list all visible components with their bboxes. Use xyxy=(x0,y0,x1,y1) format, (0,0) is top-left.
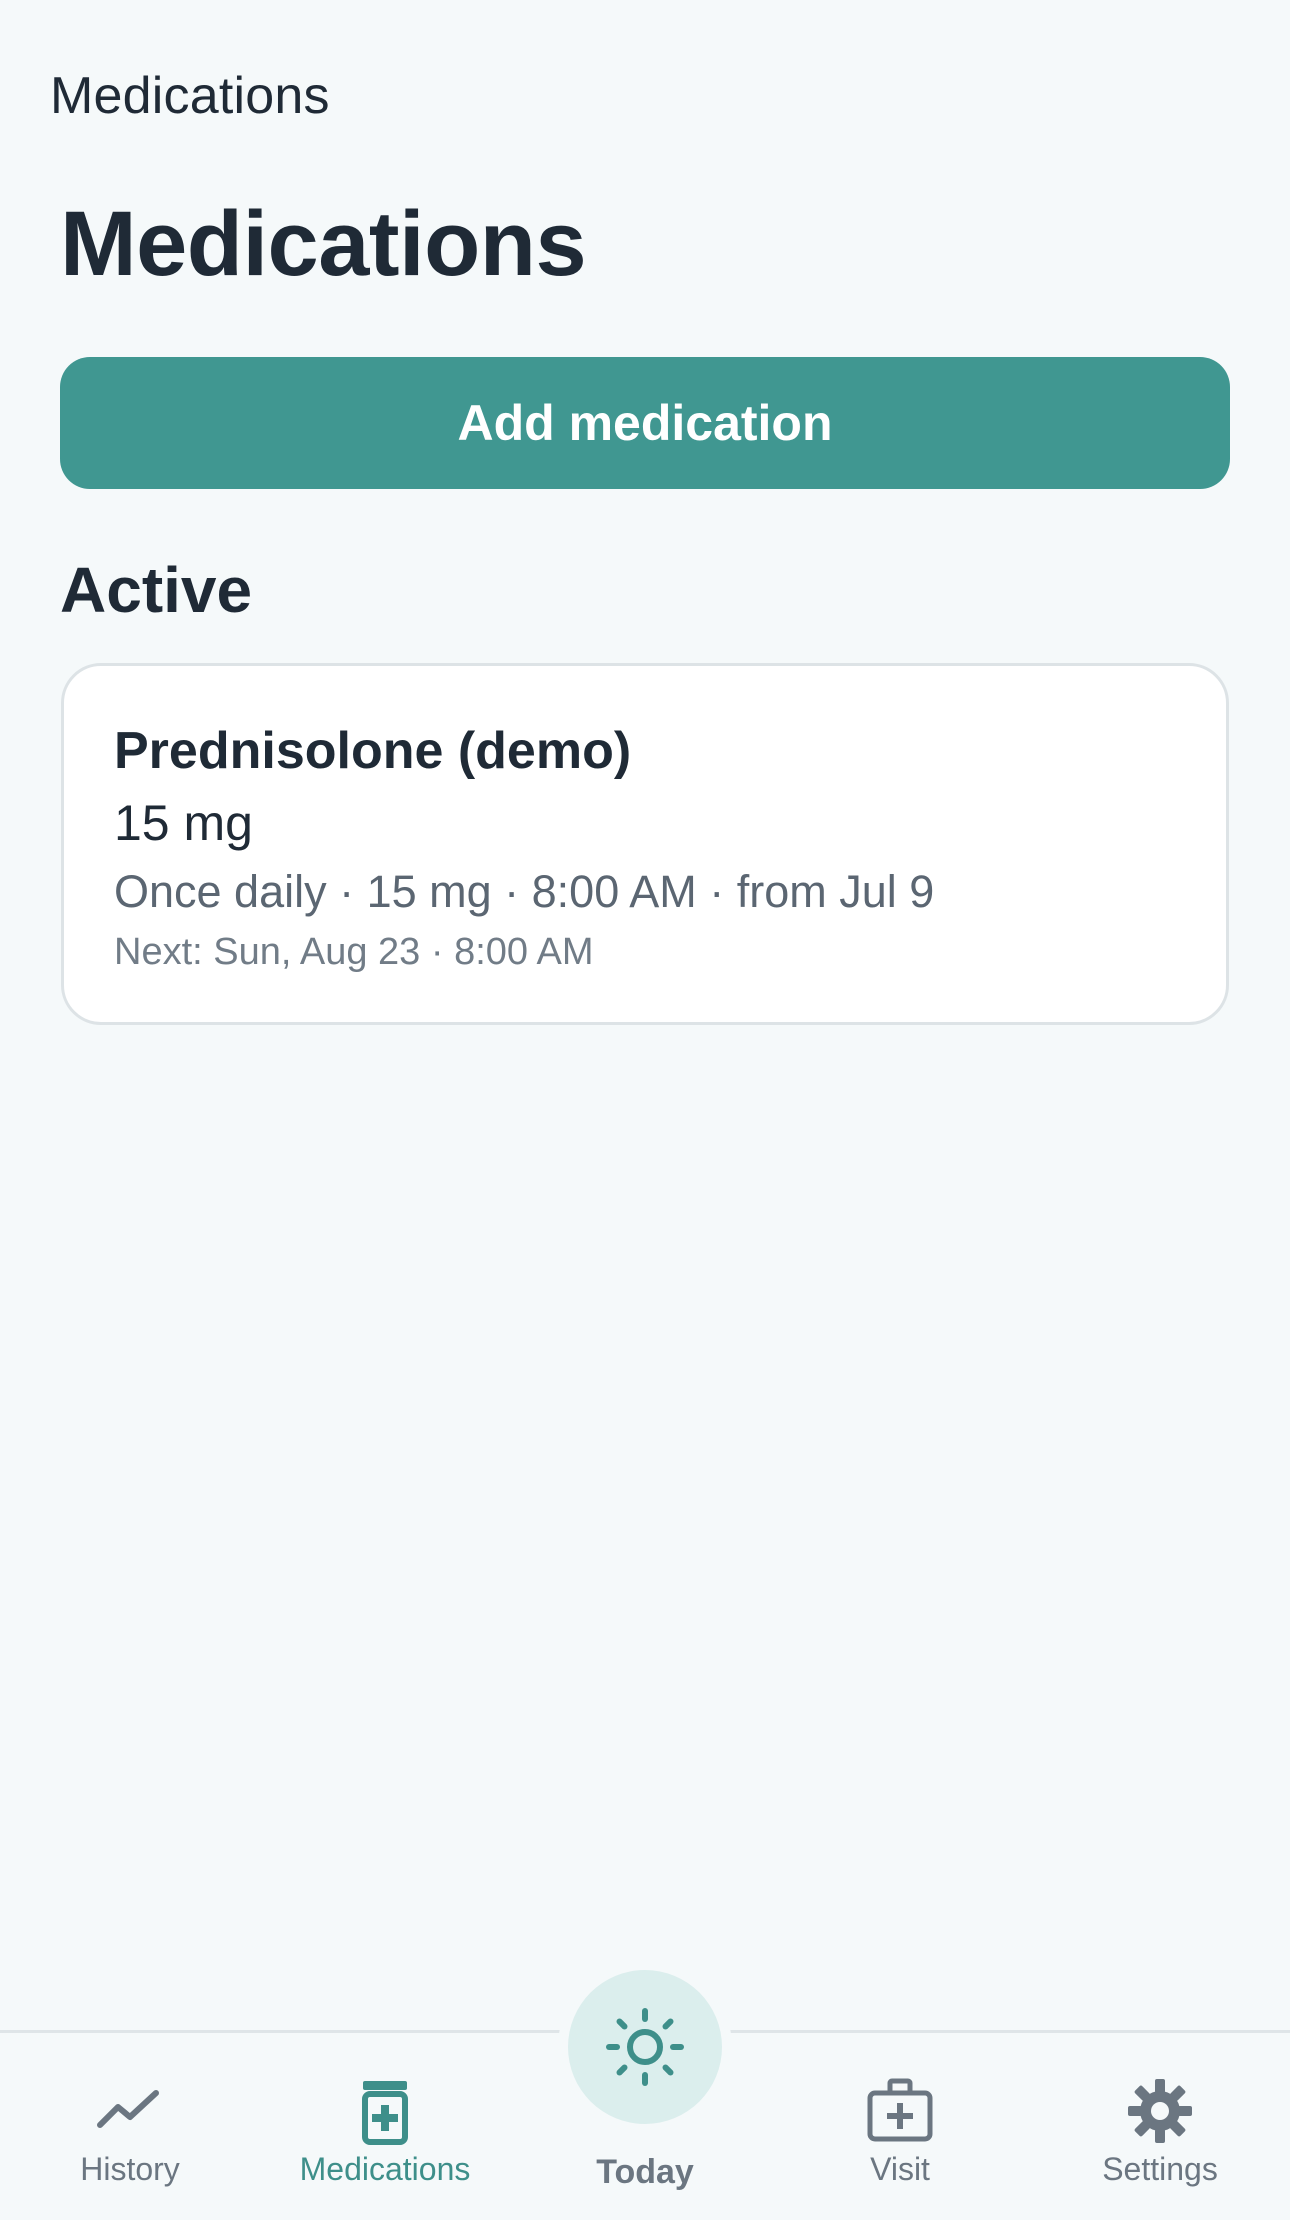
tab-settings-label: Settings xyxy=(1102,2151,1218,2187)
medication-schedule: Once daily · 15 mg · 8:00 AM · from Jul … xyxy=(114,866,935,917)
page-title: Medications xyxy=(60,193,587,295)
nav-title: Medications xyxy=(50,67,330,125)
medical-kit-icon xyxy=(867,2078,933,2142)
tab-history-label: History xyxy=(80,2151,180,2187)
tab-visit[interactable]: Visit xyxy=(790,2033,1010,2220)
add-medication-button[interactable]: Add medication xyxy=(60,357,1230,489)
medication-next-dose: Next: Sun, Aug 23 · 8:00 AM xyxy=(114,931,594,973)
section-title-active: Active xyxy=(60,554,253,626)
tab-visit-label: Visit xyxy=(870,2151,930,2187)
medication-dose: 15 mg xyxy=(114,795,253,851)
trend-line-icon xyxy=(97,2090,159,2128)
medication-card[interactable]: Prednisolone (demo) 15 mg Once daily · 1… xyxy=(61,663,1229,1025)
tab-medications-label: Medications xyxy=(299,2151,471,2187)
medications-screen: Medications Medications Add medication A… xyxy=(0,0,1290,2220)
today-button[interactable] xyxy=(568,1970,722,2124)
tab-medications[interactable]: Medications xyxy=(270,2033,500,2220)
gear-icon xyxy=(1128,2079,1192,2143)
pill-bottle-icon xyxy=(362,2081,408,2145)
tab-today-label: Today xyxy=(596,2153,694,2191)
sun-icon xyxy=(606,2008,684,2086)
tab-history[interactable]: History xyxy=(20,2033,240,2220)
tab-settings[interactable]: Settings xyxy=(1050,2033,1270,2220)
medication-name: Prednisolone (demo) xyxy=(114,722,632,780)
